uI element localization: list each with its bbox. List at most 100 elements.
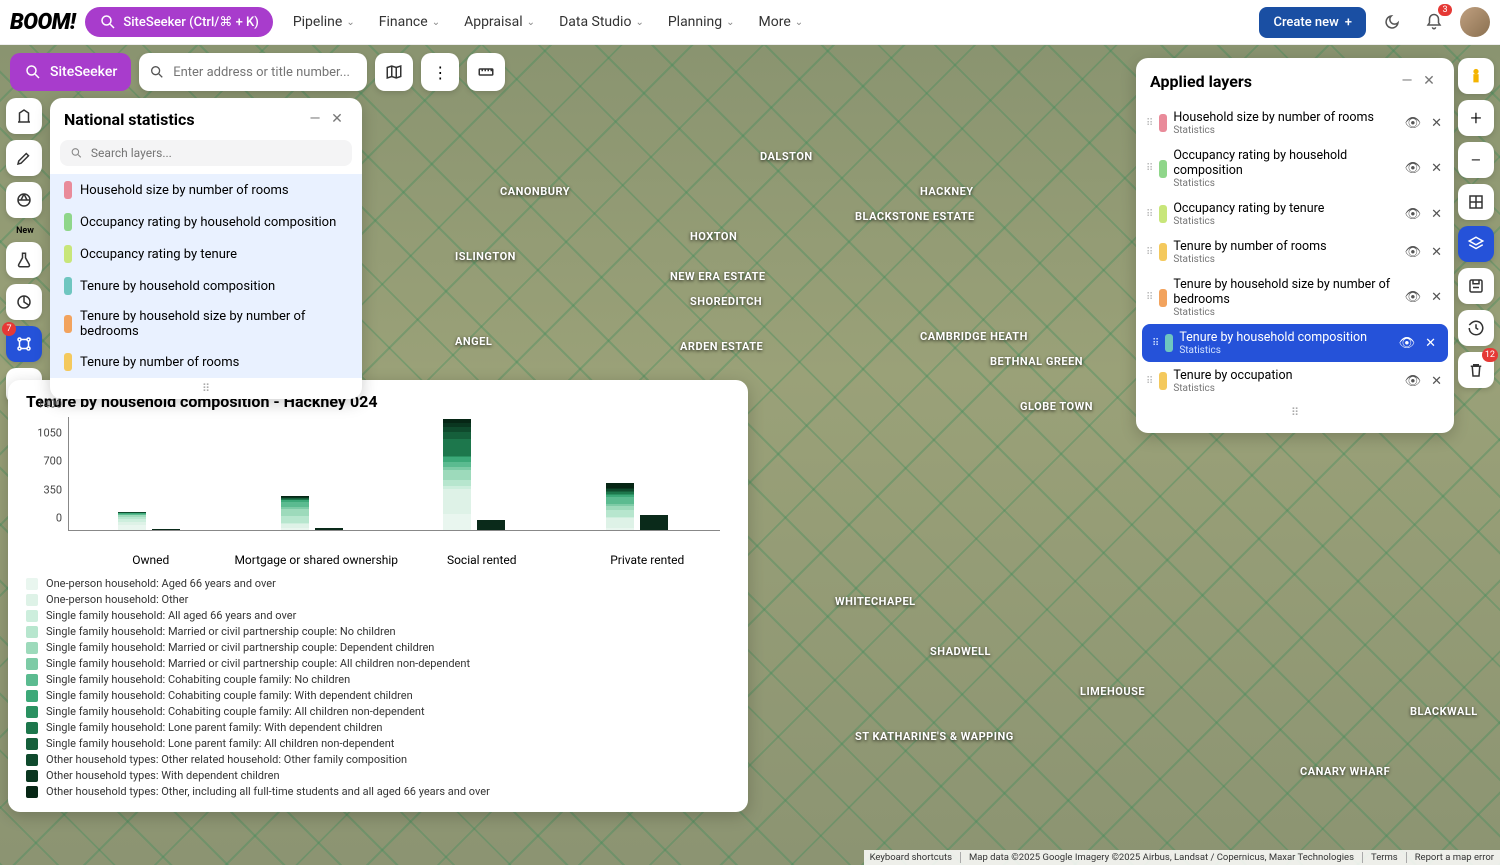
legend-swatch xyxy=(26,706,38,718)
moon-icon xyxy=(1383,13,1401,31)
close-button[interactable]: ✕ xyxy=(1418,70,1440,92)
map-label: SHADWELL xyxy=(930,645,991,658)
address-input[interactable] xyxy=(173,55,357,90)
map-label: GLOBE TOWN xyxy=(1020,400,1093,413)
resize-handle[interactable]: ⠿ xyxy=(50,378,362,399)
notifications-button[interactable]: 3 xyxy=(1418,6,1450,38)
visibility-toggle[interactable]: 👁 xyxy=(1403,205,1424,224)
remove-layer-button[interactable]: ✕ xyxy=(1429,114,1444,133)
close-button[interactable]: ✕ xyxy=(326,108,348,130)
create-new-button[interactable]: Create new + xyxy=(1259,7,1366,38)
legend-item: One-person household: Other xyxy=(26,593,730,606)
layer-search-input[interactable] xyxy=(91,146,342,160)
y-tick: 1400 xyxy=(37,398,62,411)
map-label: LIMEHOUSE xyxy=(1080,685,1145,698)
basemap-button[interactable] xyxy=(375,53,413,91)
drag-handle-icon[interactable]: ⠿ xyxy=(1146,118,1153,129)
pencil-icon xyxy=(15,149,33,167)
layer-item[interactable]: Occupancy rating by household compositio… xyxy=(50,206,362,238)
map-label: ANGEL xyxy=(455,335,492,348)
chevron-down-icon: ⌄ xyxy=(726,17,734,28)
measure-button[interactable] xyxy=(467,53,505,91)
nav-item-appraisal[interactable]: Appraisal⌄ xyxy=(454,8,545,36)
nav-item-more[interactable]: More⌄ xyxy=(749,8,814,36)
nav-item-pipeline[interactable]: Pipeline⌄ xyxy=(283,8,365,36)
legend-item: Single family household: Cohabiting coup… xyxy=(26,705,730,718)
legend-swatch xyxy=(26,658,38,670)
drag-handle-icon[interactable]: ⠿ xyxy=(1146,209,1153,220)
attribution-link[interactable]: Keyboard shortcuts xyxy=(870,852,952,863)
layer-item[interactable]: Tenure by household composition xyxy=(50,270,362,302)
siteseeker-button[interactable]: SiteSeeker xyxy=(10,53,131,91)
rail-lens-button[interactable] xyxy=(6,182,42,218)
visibility-toggle[interactable]: 👁 xyxy=(1403,288,1424,307)
map-label: CANARY WHARF xyxy=(1300,765,1390,778)
rail-draw-button[interactable] xyxy=(6,140,42,176)
remove-layer-button[interactable]: ✕ xyxy=(1429,288,1444,307)
grid-button[interactable] xyxy=(1458,184,1494,220)
left-tool-rail: New 7 xyxy=(6,98,44,404)
drag-handle-icon[interactable]: ⠿ xyxy=(1152,338,1159,349)
nav-item-data-studio[interactable]: Data Studio⌄ xyxy=(549,8,654,36)
rail-chart-button[interactable] xyxy=(6,284,42,320)
minimize-button[interactable]: — xyxy=(304,108,326,130)
siteseeker-shortcut-pill[interactable]: SiteSeeker (Ctrl/⌘ + K) xyxy=(85,7,272,37)
remove-layer-button[interactable]: ✕ xyxy=(1429,159,1444,178)
visibility-toggle[interactable]: 👁 xyxy=(1403,372,1424,391)
visibility-toggle[interactable]: 👁 xyxy=(1403,159,1424,178)
map-label: CAMBRIDGE HEATH xyxy=(920,330,1028,343)
minimize-button[interactable]: — xyxy=(1396,70,1418,92)
legend-item: Single family household: Cohabiting coup… xyxy=(26,673,730,686)
history-button[interactable] xyxy=(1458,310,1494,346)
rail-layers-button[interactable]: 7 xyxy=(6,326,42,362)
trash-button[interactable]: 12 xyxy=(1458,352,1494,388)
remove-layer-button[interactable]: ✕ xyxy=(1429,372,1444,391)
drag-handle-icon[interactable]: ⠿ xyxy=(1146,292,1153,303)
aperture-icon xyxy=(15,191,33,209)
rail-sites-button[interactable] xyxy=(6,98,42,134)
panel-title: National statistics xyxy=(64,110,304,129)
drag-handle-icon[interactable]: ⠿ xyxy=(1146,163,1153,174)
layers-toggle-button[interactable] xyxy=(1458,226,1494,262)
attribution-link[interactable]: Terms xyxy=(1362,852,1398,863)
applied-layer-item[interactable]: ⠿ Household size by number of roomsStati… xyxy=(1136,104,1454,142)
avatar[interactable] xyxy=(1460,7,1490,37)
more-tools-button[interactable]: ⋮ xyxy=(421,53,459,91)
layer-search[interactable] xyxy=(60,140,352,166)
remove-layer-button[interactable]: ✕ xyxy=(1429,243,1444,262)
streetview-button[interactable] xyxy=(1458,58,1494,94)
visibility-toggle[interactable]: 👁 xyxy=(1397,334,1418,353)
drag-handle-icon[interactable]: ⠿ xyxy=(1146,247,1153,258)
address-search[interactable] xyxy=(139,53,367,91)
applied-layer-item[interactable]: ⠿ Tenure by household compositionStatist… xyxy=(1142,324,1448,362)
layer-item[interactable]: Occupancy rating by tenure xyxy=(50,238,362,270)
applied-layer-item[interactable]: ⠿ Tenure by number of roomsStatistics 👁 … xyxy=(1136,233,1454,271)
rail-lab-button[interactable] xyxy=(6,242,42,278)
nav-items: Pipeline⌄Finance⌄Appraisal⌄Data Studio⌄P… xyxy=(283,8,813,36)
remove-layer-button[interactable]: ✕ xyxy=(1423,334,1438,353)
save-button[interactable] xyxy=(1458,268,1494,304)
color-chip xyxy=(64,213,72,231)
zoom-out-button[interactable]: − xyxy=(1458,142,1494,178)
layer-item[interactable]: Tenure by household size by number of be… xyxy=(50,302,362,346)
dark-mode-toggle[interactable] xyxy=(1376,6,1408,38)
layer-item[interactable]: Tenure by number of rooms xyxy=(50,346,362,378)
map-icon xyxy=(385,63,403,81)
attribution-link[interactable]: Report a map error xyxy=(1406,852,1494,863)
layer-item[interactable]: Household size by number of rooms xyxy=(50,174,362,206)
remove-layer-button[interactable]: ✕ xyxy=(1429,205,1444,224)
y-tick: 0 xyxy=(56,512,62,525)
legend-item: Single family household: Married or civi… xyxy=(26,641,730,654)
attribution-link[interactable]: Map data ©2025 Google Imagery ©2025 Airb… xyxy=(960,852,1354,863)
applied-layer-item[interactable]: ⠿ Occupancy rating by household composit… xyxy=(1136,142,1454,195)
applied-layer-item[interactable]: ⠿ Tenure by household size by number of … xyxy=(1136,271,1454,324)
drag-handle-icon[interactable]: ⠿ xyxy=(1146,376,1153,387)
zoom-in-button[interactable]: + xyxy=(1458,100,1494,136)
applied-layer-item[interactable]: ⠿ Occupancy rating by tenureStatistics 👁… xyxy=(1136,195,1454,233)
visibility-toggle[interactable]: 👁 xyxy=(1403,243,1424,262)
nav-item-finance[interactable]: Finance⌄ xyxy=(369,8,450,36)
visibility-toggle[interactable]: 👁 xyxy=(1403,114,1424,133)
applied-layer-item[interactable]: ⠿ Tenure by occupationStatistics 👁 ✕ xyxy=(1136,362,1454,400)
resize-handle[interactable]: ⠿ xyxy=(1136,400,1454,425)
nav-item-planning[interactable]: Planning⌄ xyxy=(658,8,745,36)
